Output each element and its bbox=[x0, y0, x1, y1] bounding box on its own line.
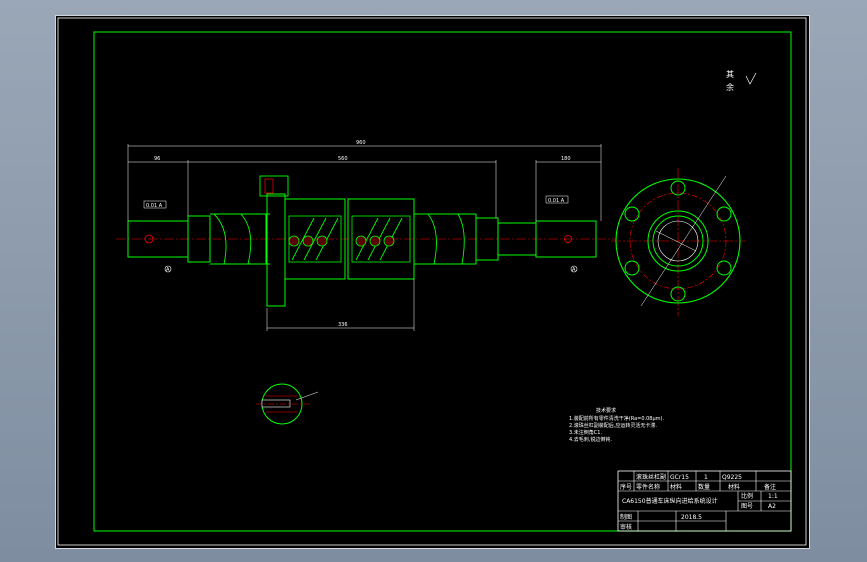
datum-label-left: A bbox=[166, 267, 170, 273]
tb-check-label: 审核 bbox=[620, 523, 632, 531]
dim-right: 180 bbox=[561, 156, 571, 162]
flange-end-view[interactable] bbox=[611, 168, 746, 316]
balls bbox=[288, 235, 395, 247]
keyway-section[interactable] bbox=[256, 383, 319, 425]
title-block[interactable]: 滚珠丝杠副 GCr15 1 Q9225 序号 零件名称 材料 数量 材料 备注 … bbox=[617, 470, 792, 532]
tb-qty: 1 bbox=[704, 474, 708, 481]
tb-drawing-title: CA6150普通车床纵向进给系统设计 bbox=[622, 497, 718, 505]
dim-overall: 960 bbox=[356, 140, 366, 146]
tech-req-4: 4.去毛刺,锐边倒钝. bbox=[569, 436, 612, 443]
tech-req-2: 2.滚珠丝杠副装配后,应运转灵活无卡滞. bbox=[569, 422, 657, 429]
shaft-main-view[interactable]: 960 96 560 180 336 0.01 A 0.01 A A A bbox=[116, 140, 616, 331]
tb-sheet-label: 图号 bbox=[741, 503, 753, 510]
tb-std: Q9225 bbox=[722, 474, 742, 481]
oil-cup bbox=[259, 175, 289, 197]
tb-h-note: 备注 bbox=[764, 483, 776, 491]
drawing-border bbox=[93, 31, 792, 532]
roughness-symbol-icon bbox=[745, 72, 757, 85]
tb-drawn-date: 2018.5 bbox=[681, 514, 702, 521]
roughness-label-2: 余 bbox=[726, 82, 734, 92]
tb-h-qty: 数量 bbox=[698, 483, 710, 491]
tb-sheet-value: A2 bbox=[768, 503, 776, 510]
nut-flange bbox=[266, 193, 286, 307]
tb-scale-value: 1:1 bbox=[768, 493, 778, 500]
cad-drawing[interactable]: 其 余 960 96 560 180 336 0.01 A 0.01 A A A… bbox=[56, 16, 809, 548]
tolerance-frame-left: 0.01 A bbox=[143, 200, 167, 209]
roughness-label-1: 其 bbox=[726, 70, 734, 79]
tb-part-name: 滚珠丝杠副 bbox=[636, 473, 666, 481]
tb-h-name: 零件名称 bbox=[636, 483, 660, 491]
tb-scale-label: 比例 bbox=[741, 492, 753, 500]
datum-label-right: A bbox=[572, 267, 576, 273]
dim-left: 96 bbox=[154, 156, 160, 162]
svg-text:0.01 A: 0.01 A bbox=[548, 198, 565, 204]
tb-material: GCr15 bbox=[670, 474, 689, 481]
tech-requirements: 技术要求 1.装配前所有零件清洗干净(Ra=0.08μm). 2.滚珠丝杠副装配… bbox=[569, 407, 664, 443]
svg-text:0.01 A: 0.01 A bbox=[146, 203, 163, 209]
dim-mid: 560 bbox=[338, 156, 348, 162]
outer-frame bbox=[57, 17, 807, 546]
drawing-viewport[interactable]: 其 余 960 96 560 180 336 0.01 A 0.01 A A A… bbox=[55, 15, 810, 549]
tb-h-mat2: 材料 bbox=[728, 483, 740, 491]
tb-h-index: 序号 bbox=[620, 483, 632, 491]
tech-req-1: 1.装配前所有零件清洗干净(Ra=0.08μm). bbox=[569, 415, 664, 422]
tech-req-3: 3.未注倒角C1. bbox=[569, 429, 602, 436]
roughness-note: 其 余 bbox=[726, 70, 757, 92]
dim-bottom: 336 bbox=[338, 322, 348, 328]
tech-req-title: 技术要求 bbox=[596, 407, 616, 414]
tb-drawn-label: 制图 bbox=[620, 513, 632, 521]
tolerance-frame-right: 0.01 A bbox=[545, 195, 569, 204]
tb-h-mat: 材料 bbox=[670, 483, 682, 491]
